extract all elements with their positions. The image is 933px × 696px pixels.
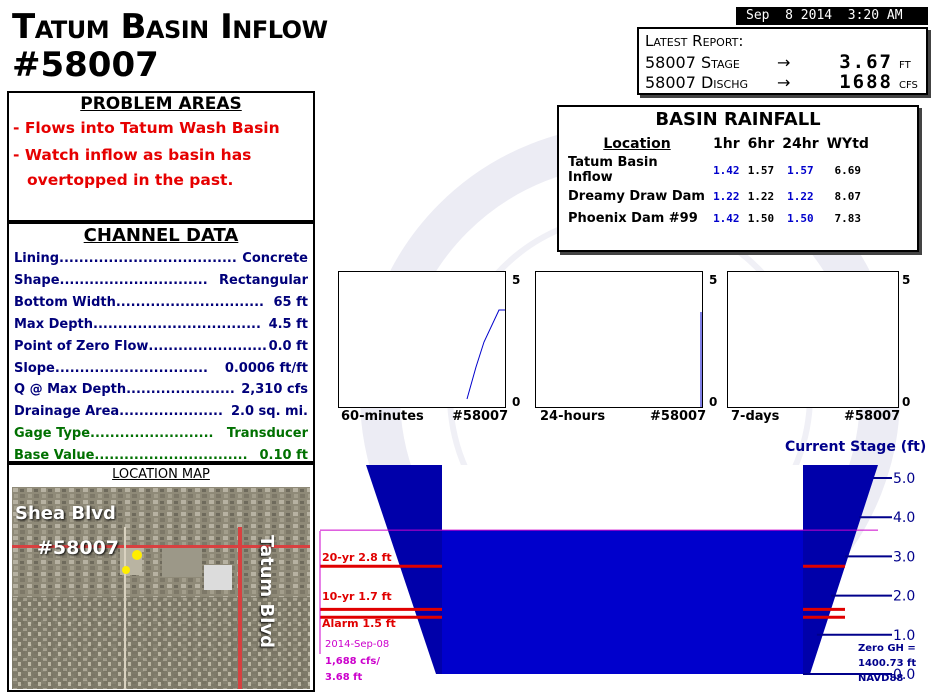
stage-tick-label: 2.0 [893, 589, 915, 605]
zero-gh-line: Zero GH = [858, 643, 916, 654]
reading-date: 2014-Sep-08 [325, 639, 390, 650]
water-level [442, 530, 803, 674]
reading-flow: 1,688 cfs/ [325, 656, 380, 667]
zero-gh-note: Zero GH = 1400.73 ft NAVD88 [858, 641, 916, 686]
threshold-20yr-label: 20-yr 2.8 ft [322, 551, 392, 564]
stage-tick-label: 5.0 [893, 471, 915, 487]
threshold-10yr-label: 10-yr 1.7 ft [322, 590, 392, 603]
zero-gh-line: 1400.73 ft [858, 658, 917, 669]
zero-gh-line: NAVD88 [858, 673, 904, 684]
stage-tick-label: 4.0 [893, 510, 915, 526]
stage-tick-label: 3.0 [893, 549, 915, 565]
stage-diagram: 5.04.03.02.01.00.0 [319, 465, 915, 683]
threshold-alarm-label: Alarm 1.5 ft [322, 617, 396, 630]
reading-stage: 3.68 ft [325, 672, 363, 683]
